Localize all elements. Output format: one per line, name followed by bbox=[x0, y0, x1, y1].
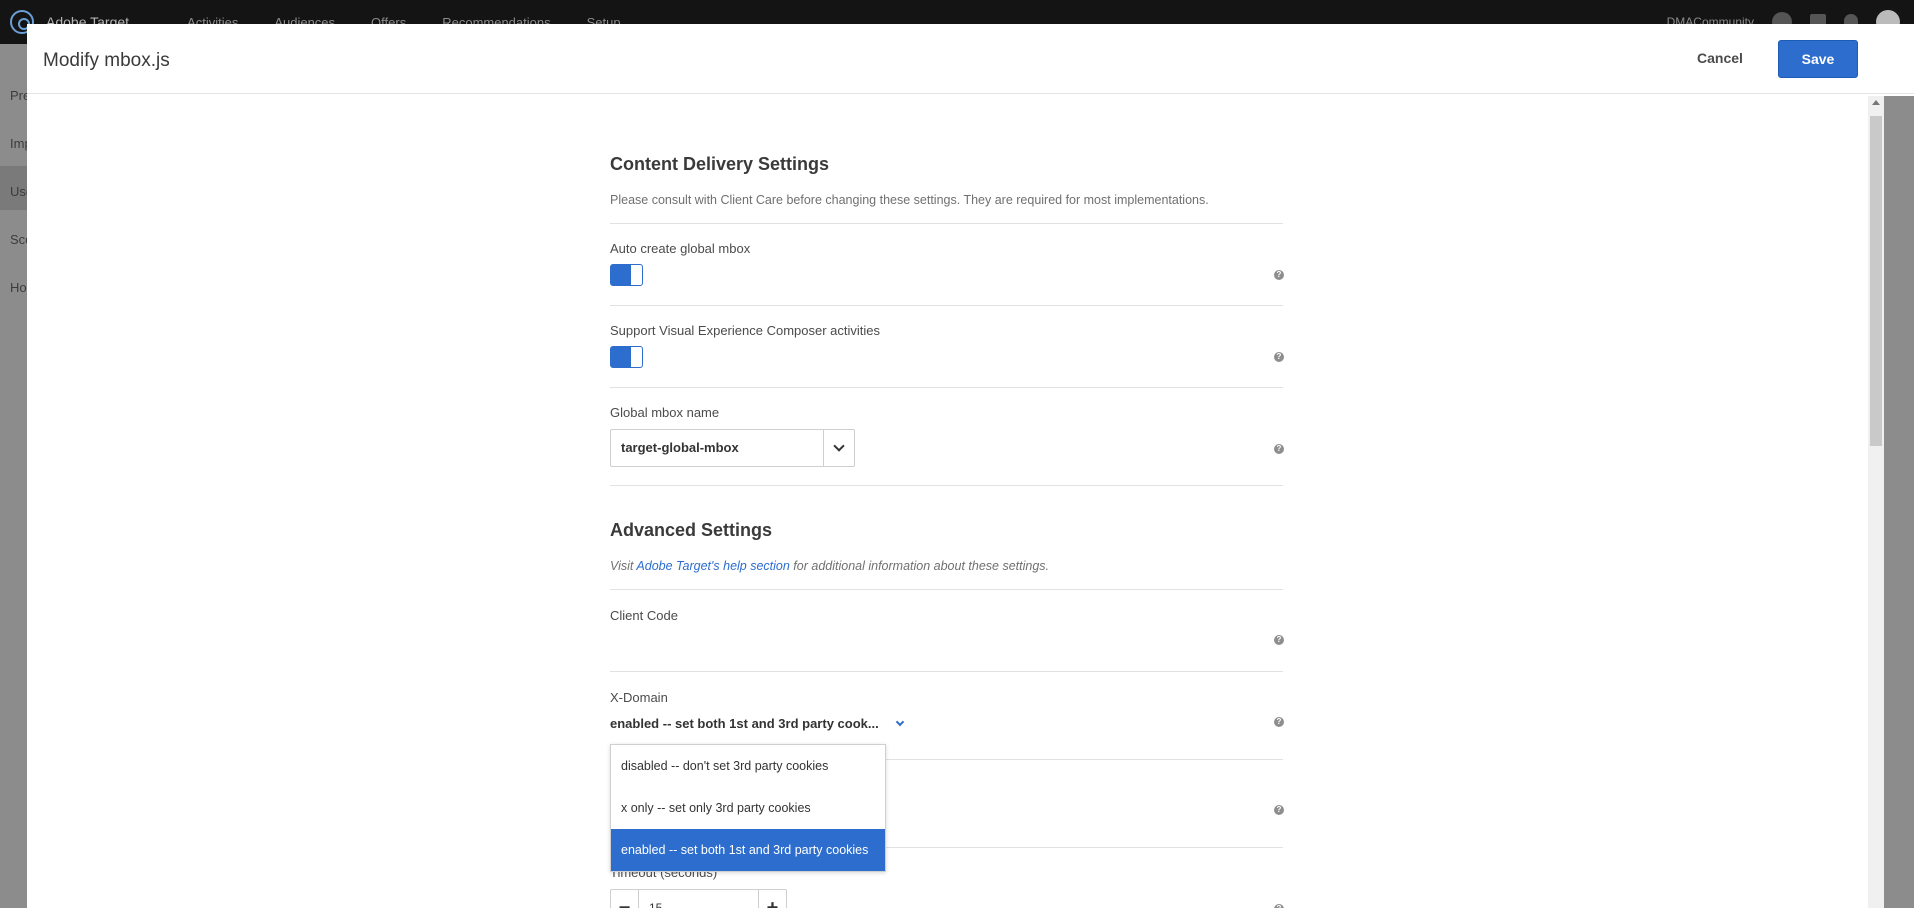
modal-right-gutter bbox=[1884, 96, 1914, 908]
sidebar-item-ho[interactable]: Ho bbox=[10, 280, 27, 295]
x-domain-option-x-only[interactable]: x only -- set only 3rd party cookies bbox=[611, 787, 885, 829]
auto-create-toggle[interactable] bbox=[610, 264, 643, 286]
combobox-toggle-button[interactable] bbox=[824, 430, 854, 466]
divider bbox=[610, 485, 1283, 486]
client-code-label: Client Code bbox=[610, 608, 678, 623]
help-section-link[interactable]: Adobe Target's help section bbox=[636, 559, 789, 573]
help-icon[interactable]: ? bbox=[1274, 444, 1284, 454]
timeout-input[interactable] bbox=[639, 890, 758, 908]
x-domain-label: X-Domain bbox=[610, 690, 668, 705]
modify-mbox-modal: Modify mbox.js Cancel Save Content Deliv… bbox=[27, 24, 1914, 908]
divider bbox=[610, 387, 1283, 388]
x-domain-select[interactable]: enabled -- set both 1st and 3rd party co… bbox=[610, 716, 904, 731]
chevron-down-icon bbox=[833, 440, 845, 452]
divider bbox=[610, 223, 1283, 224]
background-sidebar: Pre Imp Use Sce Ho bbox=[0, 44, 33, 908]
global-mbox-name-label: Global mbox name bbox=[610, 405, 720, 420]
divider bbox=[610, 589, 1283, 590]
help-icon[interactable]: ? bbox=[1274, 717, 1284, 727]
help-icon[interactable]: ? bbox=[1274, 635, 1284, 645]
x-domain-option-enabled[interactable]: enabled -- set both 1st and 3rd party co… bbox=[611, 829, 885, 871]
vec-support-label: Support Visual Experience Composer activ… bbox=[610, 323, 881, 338]
save-button[interactable]: Save bbox=[1778, 40, 1858, 78]
x-domain-selected-value: enabled -- set both 1st and 3rd party co… bbox=[610, 716, 879, 731]
modal-title: Modify mbox.js bbox=[43, 50, 170, 71]
desc-prefix: Visit bbox=[610, 559, 637, 573]
toggle-knob bbox=[630, 265, 642, 285]
help-icon[interactable]: ? bbox=[1274, 904, 1284, 908]
toggle-knob bbox=[630, 347, 642, 367]
divider bbox=[610, 671, 1283, 672]
vec-support-toggle[interactable] bbox=[610, 346, 643, 368]
help-icon[interactable]: ? bbox=[1274, 805, 1284, 815]
help-icon[interactable]: ? bbox=[1274, 270, 1284, 280]
x-domain-option-disabled[interactable]: disabled -- don't set 3rd party cookies bbox=[611, 745, 885, 787]
timeout-stepper[interactable]: − + bbox=[610, 889, 787, 908]
scrollbar-thumb[interactable] bbox=[1870, 116, 1882, 446]
cancel-button[interactable]: Cancel bbox=[1697, 50, 1743, 66]
divider bbox=[610, 305, 1283, 306]
x-domain-dropdown-list: disabled -- don't set 3rd party cookies … bbox=[610, 744, 886, 872]
scroll-up-arrow-icon[interactable] bbox=[1872, 100, 1880, 105]
modal-scrollbar[interactable] bbox=[1868, 96, 1884, 908]
content-delivery-title: Content Delivery Settings bbox=[610, 154, 830, 174]
auto-create-label: Auto create global mbox bbox=[610, 241, 751, 256]
modal-header: Modify mbox.js Cancel Save bbox=[27, 24, 1914, 94]
decrement-button[interactable]: − bbox=[611, 890, 639, 908]
increment-button[interactable]: + bbox=[758, 890, 786, 908]
advanced-settings-title: Advanced Settings bbox=[610, 520, 773, 540]
advanced-settings-description: Visit Adobe Target's help section for ad… bbox=[610, 559, 1049, 573]
global-mbox-name-value[interactable]: target-global-mbox bbox=[611, 430, 824, 466]
help-icon[interactable]: ? bbox=[1274, 352, 1284, 362]
global-mbox-name-combobox[interactable]: target-global-mbox bbox=[610, 429, 855, 467]
desc-suffix: for additional information about these s… bbox=[789, 559, 1050, 573]
content-delivery-description: Please consult with Client Care before c… bbox=[610, 193, 1209, 207]
chevron-down-icon bbox=[895, 717, 904, 726]
